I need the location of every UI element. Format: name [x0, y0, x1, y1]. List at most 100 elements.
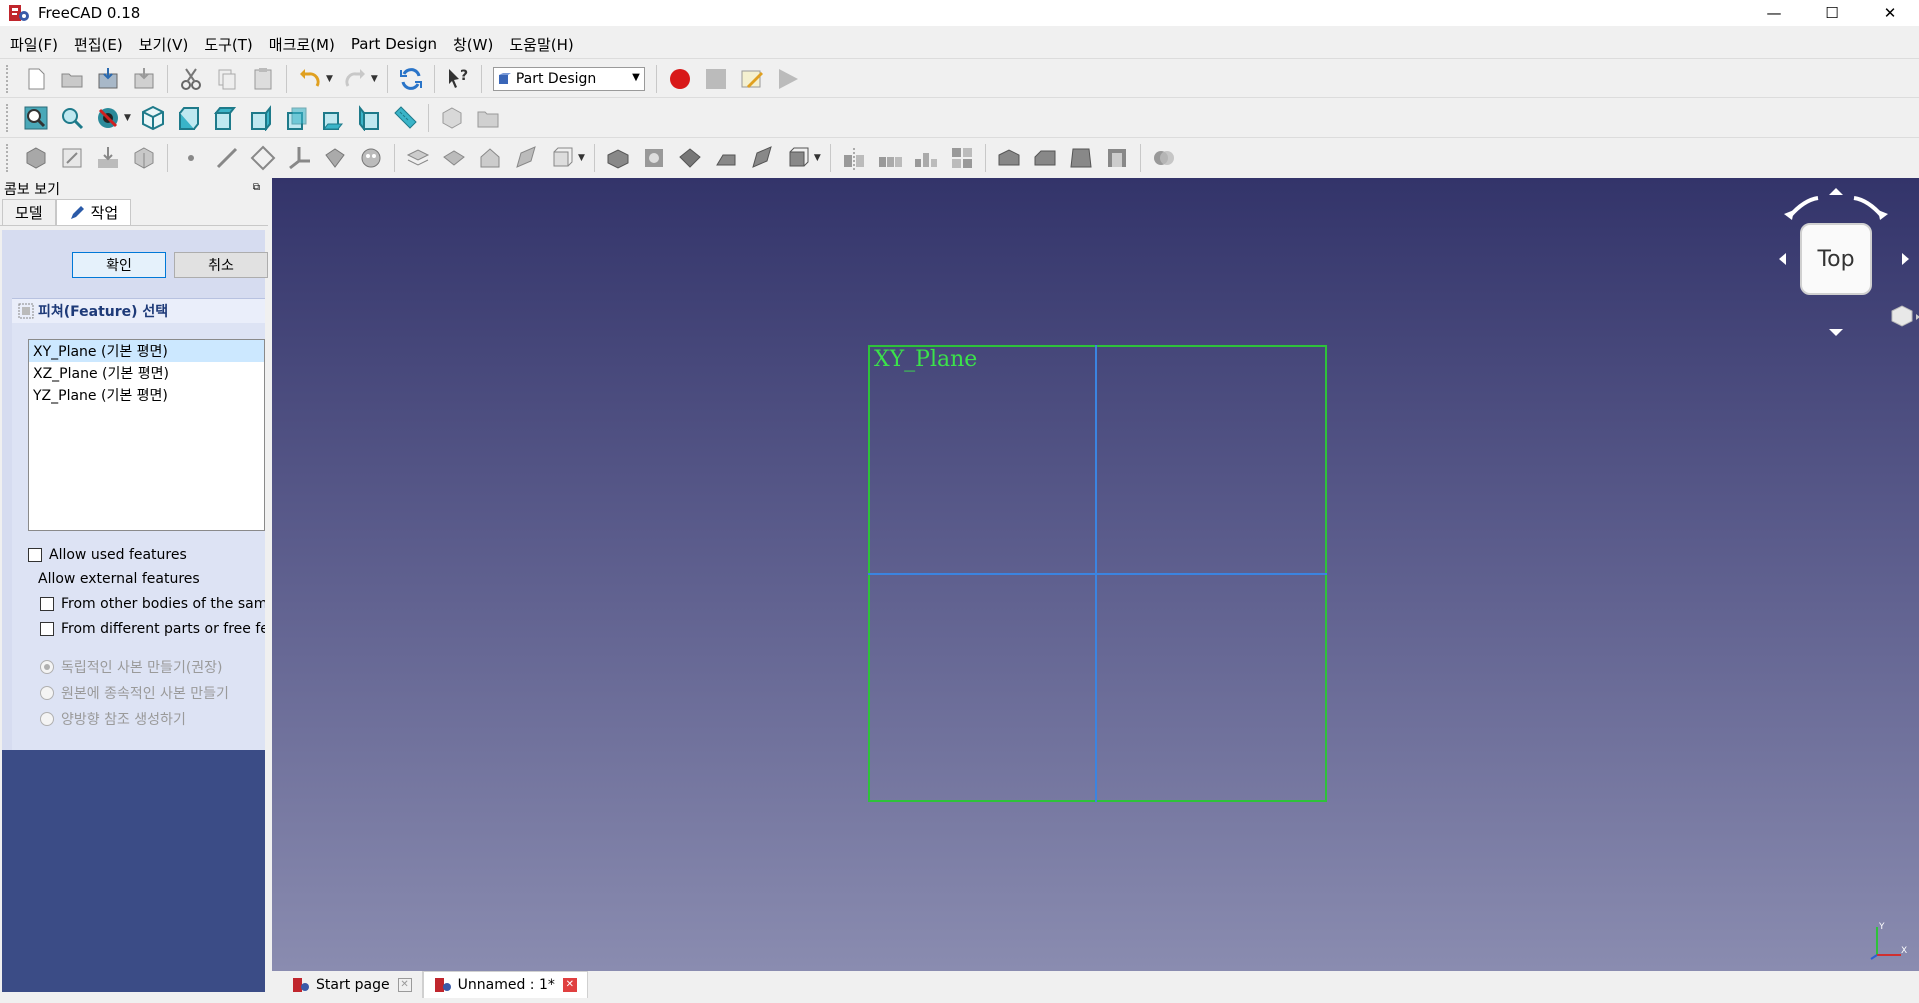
- from-other-bodies-checkbox[interactable]: [40, 597, 54, 611]
- fillet-icon[interactable]: [994, 143, 1024, 173]
- run-macro-icon[interactable]: [773, 64, 803, 94]
- groove-icon[interactable]: [675, 143, 705, 173]
- sub-shape-binder-icon[interactable]: [356, 143, 386, 173]
- pad-icon[interactable]: [403, 143, 433, 173]
- menu-part-design[interactable]: Part Design: [345, 35, 443, 53]
- redo-icon[interactable]: [340, 64, 370, 94]
- local-cs-icon[interactable]: [284, 143, 314, 173]
- rear-view-icon[interactable]: [282, 103, 312, 133]
- chevron-down-icon[interactable]: ▼: [371, 74, 378, 84]
- stop-macro-icon[interactable]: [701, 64, 731, 94]
- create-part-icon[interactable]: [437, 103, 467, 133]
- right-view-icon[interactable]: [246, 103, 276, 133]
- paste-icon[interactable]: [248, 64, 278, 94]
- additive-loft-icon[interactable]: [475, 143, 505, 173]
- maximize-button[interactable]: ☐: [1803, 0, 1861, 26]
- workbench-selector[interactable]: Part Design ▼: [492, 66, 645, 91]
- draw-style-icon[interactable]: [93, 103, 123, 133]
- create-body-icon[interactable]: [21, 143, 51, 173]
- create-sketch-icon[interactable]: [57, 143, 87, 173]
- additive-primitive-icon[interactable]: [547, 143, 577, 173]
- open-folder-icon[interactable]: [57, 64, 87, 94]
- copy-icon[interactable]: [212, 64, 242, 94]
- cut-icon[interactable]: [176, 64, 206, 94]
- menu-window[interactable]: 창(W): [447, 34, 499, 55]
- menu-macro[interactable]: 매크로(M): [263, 34, 341, 55]
- hole-icon[interactable]: [639, 143, 669, 173]
- refresh-icon[interactable]: [396, 64, 426, 94]
- menu-view[interactable]: 보기(V): [133, 34, 195, 55]
- additive-pipe-icon[interactable]: [511, 143, 541, 173]
- save-icon[interactable]: [93, 64, 123, 94]
- 3d-view[interactable]: XY_Plane Top Y X: [272, 178, 1919, 971]
- tab-unnamed[interactable]: Unnamed : 1* ✕: [422, 971, 588, 998]
- chevron-down-icon[interactable]: ▼: [124, 113, 131, 123]
- feature-list[interactable]: XY_Plane (기본 평면) XZ_Plane (기본 평면) YZ_Pla…: [28, 339, 265, 531]
- chamfer-icon[interactable]: [1030, 143, 1060, 173]
- menu-edit[interactable]: 편집(E): [68, 34, 129, 55]
- tab-start-page[interactable]: Start page ✕: [282, 971, 423, 998]
- datum-point-icon[interactable]: [176, 143, 206, 173]
- toolbar-grip[interactable]: [6, 103, 12, 132]
- subtractive-primitive-icon[interactable]: [783, 143, 813, 173]
- list-item[interactable]: XZ_Plane (기본 평면): [29, 362, 264, 384]
- mirrored-icon[interactable]: [839, 143, 869, 173]
- close-icon[interactable]: ✕: [397, 977, 412, 992]
- list-item[interactable]: XY_Plane (기본 평면): [29, 340, 264, 362]
- menu-help[interactable]: 도움말(H): [503, 34, 579, 55]
- float-panel-icon[interactable]: ⧉: [253, 182, 260, 193]
- minimize-button[interactable]: —: [1745, 0, 1803, 26]
- from-other-bodies-row[interactable]: From other bodies of the same: [40, 596, 265, 612]
- close-icon[interactable]: ✕: [562, 978, 577, 992]
- cancel-button[interactable]: 취소: [174, 252, 268, 278]
- left-view-icon[interactable]: [354, 103, 384, 133]
- create-group-icon[interactable]: [473, 103, 503, 133]
- subtractive-loft-icon[interactable]: [711, 143, 741, 173]
- toolbar-grip[interactable]: [6, 143, 12, 172]
- undo-icon[interactable]: [295, 64, 325, 94]
- measure-distance-icon[interactable]: [390, 103, 420, 133]
- from-different-parts-checkbox[interactable]: [40, 622, 54, 636]
- boolean-icon[interactable]: [1149, 143, 1179, 173]
- allow-used-features-row[interactable]: Allow used features: [28, 547, 187, 563]
- multi-transform-icon[interactable]: [947, 143, 977, 173]
- tab-tasks[interactable]: 작업: [55, 199, 132, 225]
- tab-model[interactable]: 모델: [2, 199, 56, 225]
- bottom-view-icon[interactable]: [318, 103, 348, 133]
- from-different-parts-row[interactable]: From different parts or free feat: [40, 621, 265, 637]
- thickness-icon[interactable]: [1102, 143, 1132, 173]
- save-as-icon[interactable]: [129, 64, 159, 94]
- whats-this-icon[interactable]: ?: [443, 64, 473, 94]
- isometric-view-icon[interactable]: [138, 103, 168, 133]
- allow-used-features-checkbox[interactable]: [28, 548, 42, 562]
- polar-pattern-icon[interactable]: [911, 143, 941, 173]
- navigation-cube[interactable]: Top: [1770, 178, 1919, 348]
- toolbar-grip[interactable]: [6, 64, 12, 93]
- edit-macro-icon[interactable]: [737, 64, 767, 94]
- chevron-down-icon[interactable]: ▼: [814, 153, 821, 163]
- clone-icon[interactable]: [320, 143, 350, 173]
- menu-tools[interactable]: 도구(T): [198, 34, 258, 55]
- datum-line-icon[interactable]: [212, 143, 242, 173]
- navcube-top-face[interactable]: Top: [1800, 223, 1872, 295]
- front-view-icon[interactable]: [174, 103, 204, 133]
- draft-icon[interactable]: [1066, 143, 1096, 173]
- top-view-icon[interactable]: [210, 103, 240, 133]
- fit-all-icon[interactable]: [21, 103, 51, 133]
- close-button[interactable]: ✕: [1861, 0, 1919, 26]
- new-file-icon[interactable]: [21, 64, 51, 94]
- ok-button[interactable]: 확인: [72, 252, 166, 278]
- list-item[interactable]: YZ_Plane (기본 평면): [29, 384, 264, 406]
- validate-sketch-icon[interactable]: [93, 143, 123, 173]
- revolution-icon[interactable]: [439, 143, 469, 173]
- subtractive-pipe-icon[interactable]: [747, 143, 777, 173]
- record-macro-icon[interactable]: [665, 64, 695, 94]
- linear-pattern-icon[interactable]: [875, 143, 905, 173]
- pocket-icon[interactable]: [603, 143, 633, 173]
- fit-selection-icon[interactable]: [57, 103, 87, 133]
- datum-plane-icon[interactable]: [248, 143, 278, 173]
- menu-file[interactable]: 파일(F): [4, 34, 64, 55]
- chevron-down-icon[interactable]: ▼: [578, 153, 585, 163]
- chevron-down-icon[interactable]: ▼: [326, 74, 333, 84]
- shape-binder-icon[interactable]: [129, 143, 159, 173]
